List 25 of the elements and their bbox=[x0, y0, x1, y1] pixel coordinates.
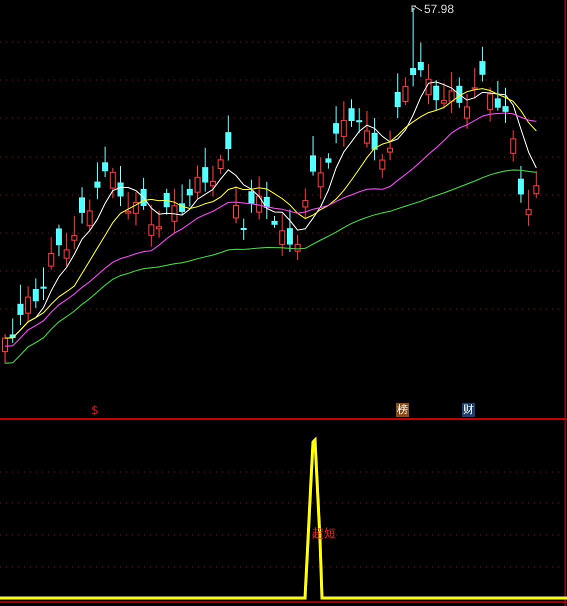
candlestick bbox=[2, 334, 8, 364]
high-price-label: 57.98 bbox=[424, 2, 454, 16]
candlestick bbox=[518, 166, 524, 204]
candlestick bbox=[464, 93, 470, 130]
candlestick bbox=[426, 64, 432, 105]
candlestick bbox=[302, 188, 308, 219]
candlestick bbox=[272, 216, 278, 228]
candlestick bbox=[194, 165, 200, 200]
pointer-icon bbox=[412, 6, 422, 12]
candlestick bbox=[310, 136, 316, 176]
candlestick bbox=[502, 87, 508, 124]
candlestick bbox=[240, 218, 247, 240]
candlestick bbox=[40, 266, 46, 300]
event-badge: 财 bbox=[462, 403, 475, 417]
candlestick bbox=[156, 210, 162, 238]
candlestick bbox=[248, 179, 254, 214]
candlestick bbox=[510, 130, 516, 162]
candlestick bbox=[348, 98, 354, 128]
candlestick bbox=[233, 186, 239, 224]
candlestick bbox=[118, 166, 124, 207]
candlestick bbox=[79, 186, 85, 224]
signal-mark: $ bbox=[91, 403, 99, 417]
event-badge: 榜 bbox=[396, 403, 409, 417]
candlestick bbox=[294, 234, 301, 260]
candlestick bbox=[387, 130, 393, 161]
